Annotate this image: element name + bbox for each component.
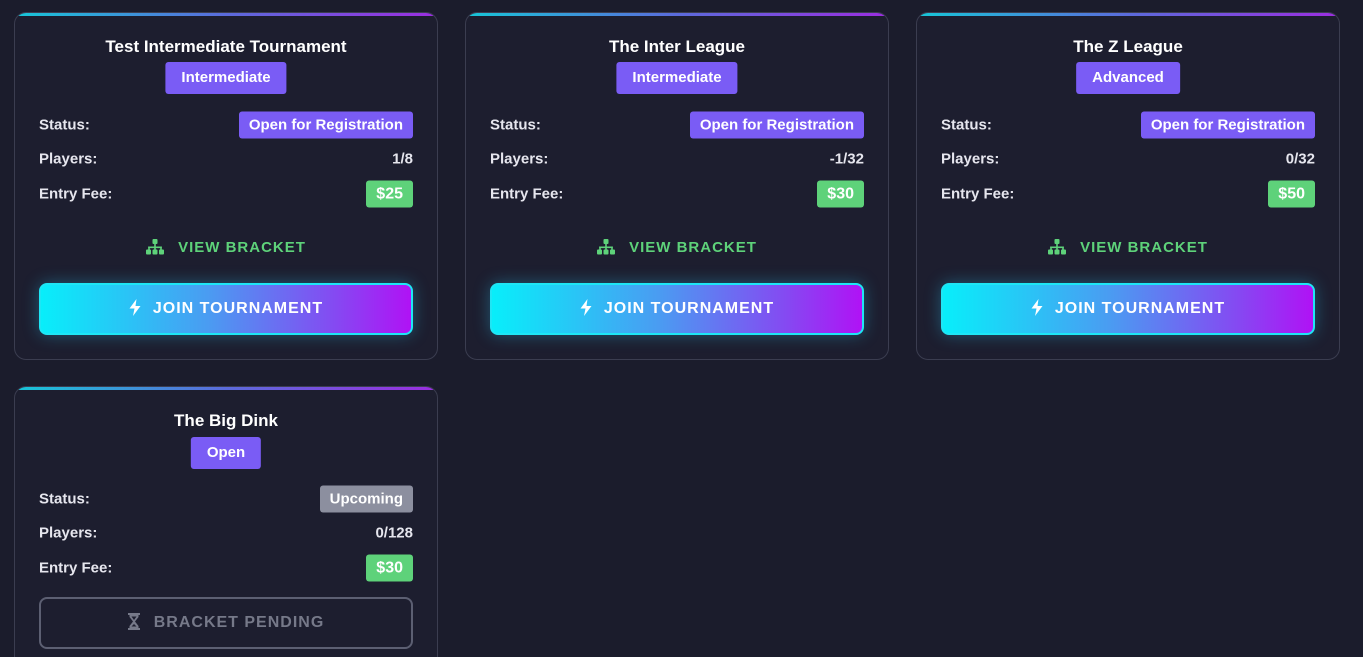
tournament-title: The Z League <box>1073 37 1183 56</box>
join-tournament-button[interactable]: JOIN TOURNAMENT <box>941 283 1315 335</box>
tournament-title: Test Intermediate Tournament <box>105 37 347 56</box>
level-badge: Advanced <box>1076 62 1180 94</box>
view-bracket-label: VIEW BRACKET <box>1080 239 1208 256</box>
status-row: Status: Open for Registration <box>490 111 864 139</box>
hourglass-icon <box>127 613 140 630</box>
bracket-pending-label: BRACKET PENDING <box>153 614 325 631</box>
status-label: Status: <box>39 490 90 508</box>
players-count: 0/128 <box>375 524 413 542</box>
tournament-title: The Big Dink <box>174 411 278 430</box>
bolt-icon <box>580 299 592 316</box>
players-label: Players: <box>490 150 549 168</box>
level-badge: Intermediate <box>616 62 738 94</box>
players-row: Players: 1/8 <box>39 145 413 173</box>
level-badge: Open <box>190 437 262 469</box>
entry-fee-label: Entry Fee: <box>941 185 1015 203</box>
sitemap-icon <box>597 239 616 255</box>
entry-fee-badge: $30 <box>366 554 413 582</box>
status-row: Status: Open for Registration <box>941 111 1315 139</box>
tournament-card: The Big Dink Open Status: Upcoming Playe… <box>14 386 438 657</box>
view-bracket-link[interactable]: VIEW BRACKET <box>15 237 437 259</box>
players-row: Players: 0/128 <box>39 519 413 547</box>
join-tournament-label: JOIN TOURNAMENT <box>152 300 324 317</box>
players-count: -1/32 <box>829 150 864 168</box>
join-tournament-label: JOIN TOURNAMENT <box>603 300 775 317</box>
bolt-icon <box>129 299 141 316</box>
players-label: Players: <box>941 150 1000 168</box>
tournament-card: The Inter League Intermediate Status: Op… <box>465 12 889 360</box>
status-badge: Upcoming <box>319 485 413 513</box>
entry-fee-row: Entry Fee: $25 <box>39 180 413 208</box>
entry-fee-label: Entry Fee: <box>490 185 564 203</box>
tournament-grid: Test Intermediate Tournament Intermediat… <box>0 0 1363 657</box>
status-row: Status: Open for Registration <box>39 111 413 139</box>
players-label: Players: <box>39 150 98 168</box>
entry-fee-row: Entry Fee: $50 <box>941 180 1315 208</box>
view-bracket-label: VIEW BRACKET <box>629 239 757 256</box>
view-bracket-label: VIEW BRACKET <box>178 239 306 256</box>
join-tournament-label: JOIN TOURNAMENT <box>1054 300 1226 317</box>
players-row: Players: 0/32 <box>941 145 1315 173</box>
status-label: Status: <box>941 116 992 134</box>
join-tournament-button[interactable]: JOIN TOURNAMENT <box>490 283 864 335</box>
players-row: Players: -1/32 <box>490 145 864 173</box>
status-row: Status: Upcoming <box>39 485 413 513</box>
join-tournament-button[interactable]: JOIN TOURNAMENT <box>39 283 413 335</box>
entry-fee-badge: $25 <box>366 180 413 208</box>
sitemap-icon <box>146 239 165 255</box>
bolt-icon <box>1031 299 1043 316</box>
players-count: 0/32 <box>1285 150 1315 168</box>
status-label: Status: <box>490 116 541 134</box>
level-badge: Intermediate <box>165 62 287 94</box>
entry-fee-row: Entry Fee: $30 <box>39 554 413 582</box>
status-label: Status: <box>39 116 90 134</box>
status-badge: Open for Registration <box>689 111 864 139</box>
entry-fee-row: Entry Fee: $30 <box>490 180 864 208</box>
entry-fee-label: Entry Fee: <box>39 185 113 203</box>
view-bracket-link[interactable]: VIEW BRACKET <box>917 237 1339 259</box>
status-badge: Open for Registration <box>238 111 413 139</box>
sitemap-icon <box>1048 239 1067 255</box>
tournament-card: The Z League Advanced Status: Open for R… <box>916 12 1340 360</box>
view-bracket-link[interactable]: VIEW BRACKET <box>466 237 888 259</box>
status-badge: Open for Registration <box>1140 111 1315 139</box>
bracket-pending-button: BRACKET PENDING <box>39 597 413 649</box>
tournament-card: Test Intermediate Tournament Intermediat… <box>14 12 438 360</box>
tournament-title: The Inter League <box>608 37 746 56</box>
players-count: 1/8 <box>392 150 413 168</box>
entry-fee-badge: $50 <box>1268 180 1315 208</box>
entry-fee-label: Entry Fee: <box>39 559 113 577</box>
players-label: Players: <box>39 524 98 542</box>
entry-fee-badge: $30 <box>817 180 864 208</box>
